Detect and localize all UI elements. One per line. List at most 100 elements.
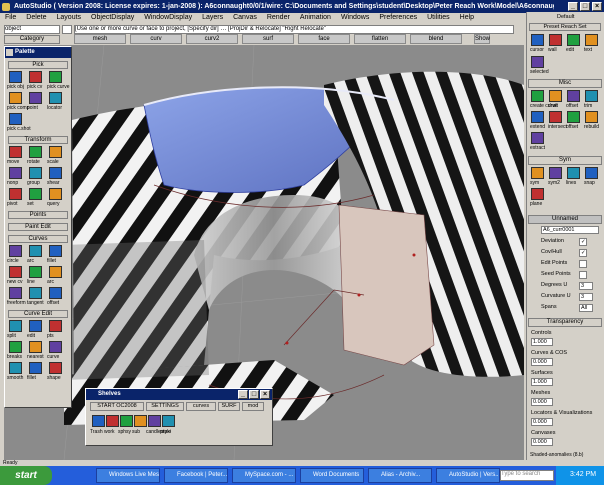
tool-icon[interactable] [531,56,544,68]
tool-icon[interactable] [549,34,562,46]
show-button[interactable]: Show [474,34,490,44]
tool-icon[interactable] [49,245,62,257]
tool-icon[interactable] [49,146,62,158]
shelf-tab[interactable]: START OC2008 [90,402,144,411]
shelf-icon[interactable] [134,415,147,427]
shelf-tab[interactable]: SURF [218,402,240,411]
shelf-tab[interactable]: mod [242,402,264,411]
tool-icon[interactable] [585,34,598,46]
tool-icon[interactable] [29,92,42,104]
tool-icon[interactable] [49,341,62,353]
object-field[interactable]: object [4,25,60,34]
tool-icon[interactable] [9,341,22,353]
preset-tab[interactable]: Preset Reach Set [529,23,601,31]
view-tab[interactable]: flatten [354,34,406,44]
shelf-tab[interactable]: SETTINGS [146,402,184,411]
shelves-close-button[interactable]: × [260,390,270,399]
dropdown-icon[interactable] [62,25,72,34]
tool-icon[interactable] [29,167,42,179]
tool-icon[interactable] [29,341,42,353]
tool-icon[interactable] [585,167,598,179]
tool-icon[interactable] [567,167,580,179]
option-value[interactable]: 3 [579,282,593,290]
field-value[interactable]: 1.000 [531,338,553,346]
search-field[interactable]: Type to search [500,470,554,481]
tool-icon[interactable] [29,362,42,374]
palette-section[interactable]: Paint Edit [8,223,68,231]
menu-item[interactable]: Layers [202,14,223,21]
tool-icon[interactable] [531,188,544,200]
tool-icon[interactable] [9,146,22,158]
tool-icon[interactable] [531,34,544,46]
maximize-button[interactable]: □ [580,2,590,11]
menu-item[interactable]: Windows [341,14,369,21]
menu-item[interactable]: Render [267,14,290,21]
tool-icon[interactable] [49,362,62,374]
shelf-tab[interactable]: curves [186,402,216,411]
tool-icon[interactable] [9,167,22,179]
palette-section[interactable]: Pick [8,61,68,69]
palette-section[interactable]: Curves [8,235,68,243]
tool-icon[interactable] [49,188,62,200]
shelves-maximize-button[interactable]: □ [249,390,259,399]
option-checkbox[interactable]: ✓ [579,238,587,246]
option-checkbox[interactable] [579,260,587,268]
tool-icon[interactable] [29,146,42,158]
option-value[interactable]: All [579,304,593,312]
view-tab[interactable]: blend [410,34,462,44]
view-tab[interactable]: mesh [74,34,126,44]
option-checkbox[interactable]: ✓ [579,249,587,257]
tool-icon[interactable] [29,320,42,332]
menu-item[interactable]: ObjectDisplay [91,14,134,21]
menu-item[interactable]: Animation [300,14,331,21]
panel-section[interactable]: Sym [528,156,602,165]
view-tab[interactable]: curv [130,34,182,44]
panel-section[interactable]: Misc [528,79,602,88]
taskbar-item[interactable]: AutoStudio | Vers... [436,468,500,483]
palette-section[interactable]: Points [8,211,68,219]
taskbar-item[interactable]: Windows Live Mes... [96,468,160,483]
tool-icon[interactable] [549,90,562,102]
view-tab[interactable]: face [298,34,350,44]
field-value[interactable]: 0.000 [531,358,553,366]
tool-icon[interactable] [49,287,62,299]
menu-item[interactable]: Layouts [57,14,82,21]
draw-name-field[interactable]: A6_curr0001 [541,226,599,234]
close-button[interactable]: × [592,2,602,11]
tool-icon[interactable] [29,71,42,83]
shelf-icon[interactable] [120,415,133,427]
palette-section[interactable]: Curve Edit [8,310,68,318]
tool-icon[interactable] [9,266,22,278]
tool-icon[interactable] [567,34,580,46]
tool-icon[interactable] [49,167,62,179]
field-value[interactable]: 1.000 [531,378,553,386]
tool-icon[interactable] [9,362,22,374]
transparency-section[interactable]: Transparency [528,318,602,327]
tool-icon[interactable] [9,320,22,332]
taskbar-item[interactable]: Alias - Archiv... [368,468,432,483]
tool-icon[interactable] [29,188,42,200]
view-tab[interactable]: surf [242,34,294,44]
tool-icon[interactable] [567,90,580,102]
shelf-icon[interactable] [106,415,119,427]
option-value[interactable]: 3 [579,293,593,301]
tool-icon[interactable] [531,167,544,179]
palette-menu-icon[interactable] [6,49,13,56]
menu-item[interactable]: Delete [26,14,46,21]
minimize-button[interactable]: _ [568,2,578,11]
tool-icon[interactable] [549,111,562,123]
menu-item[interactable]: Utilities [427,14,450,21]
palette-section[interactable]: Transform [8,136,68,144]
tool-icon[interactable] [585,111,598,123]
menu-item[interactable]: File [5,14,16,21]
start-button[interactable]: start [0,466,52,485]
tool-icon[interactable] [9,188,22,200]
tool-icon[interactable] [567,111,580,123]
tool-icon[interactable] [49,266,62,278]
tool-icon[interactable] [49,320,62,332]
menu-item[interactable]: WindowDisplay [144,14,192,21]
tool-icon[interactable] [531,90,544,102]
view-tab[interactable]: curv2 [186,34,238,44]
palette-title[interactable]: Palette [5,47,71,58]
field-value[interactable]: 0.000 [531,438,553,446]
